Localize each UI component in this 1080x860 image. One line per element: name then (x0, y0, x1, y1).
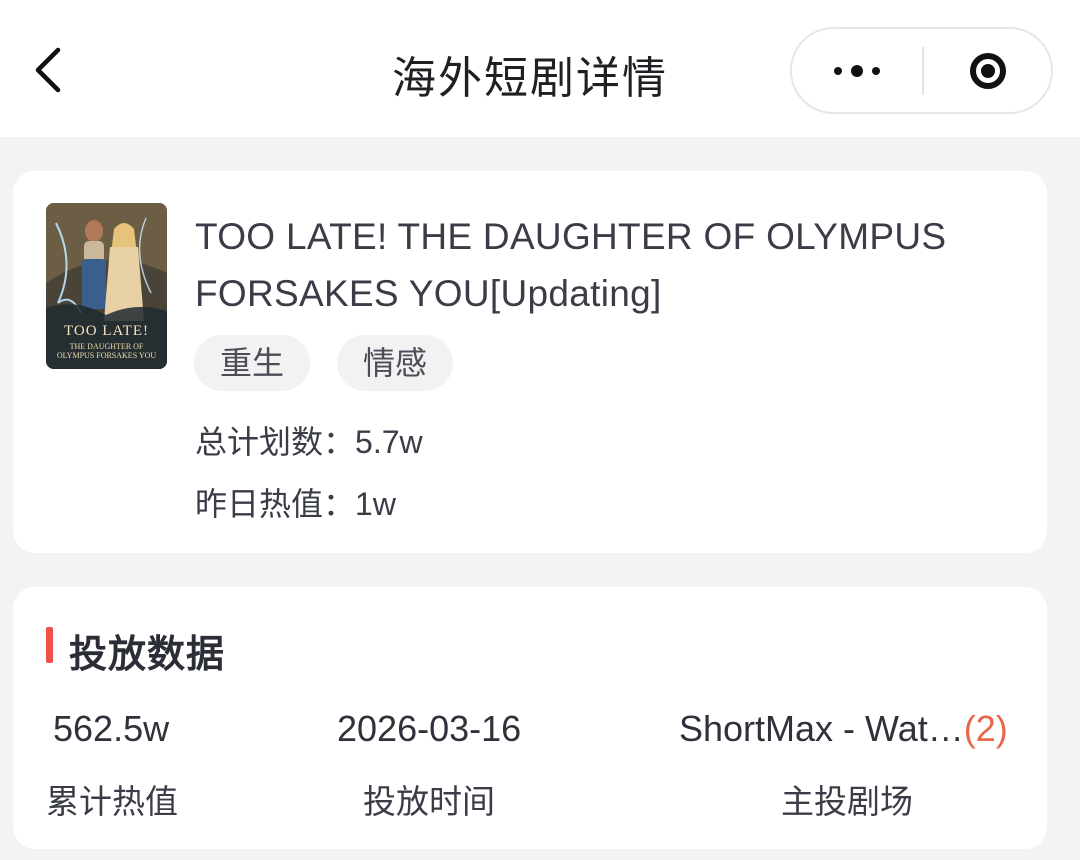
main-theater-label: 主投剧场 (781, 783, 913, 820)
main-theater-name: ShortMax - Wat… (679, 708, 964, 749)
yesterday-heat-label: 昨日热值： (195, 486, 356, 522)
yesterday-heat-stat: 昨日热值：1w (195, 479, 396, 525)
close-button[interactable] (924, 29, 1052, 112)
placement-date-value: 2026-03-16 (337, 708, 522, 749)
more-button[interactable] (792, 29, 922, 112)
section-title: 投放数据 (69, 634, 226, 676)
navigation-bar: 海外短剧详情 (0, 0, 1080, 137)
total-plan-label: 总计划数： (195, 424, 356, 460)
total-plan-value: 5.7w (355, 424, 423, 460)
tag-chip: 情感 (337, 335, 453, 391)
placement-date-label: 投放时间 (363, 783, 495, 820)
more-dots-icon (834, 64, 880, 77)
poster-title-line2: THE DAUGHTER OF OLYMPUS FORSAKES YOU (56, 342, 157, 360)
drama-title: TOO LATE! THE DAUGHTER OF OLYMPUS FORSAK… (195, 216, 947, 314)
cumulative-heat-label: 累计热值 (46, 783, 178, 820)
placement-data-card: 投放数据 562.5w 2026-03-16 ShortMax - Wat…(2… (13, 587, 1047, 849)
drama-info-card: TOO LATE! THE DAUGHTER OF OLYMPUS FORSAK… (13, 171, 1047, 553)
target-close-icon (970, 52, 1006, 89)
drama-poster[interactable]: TOO LATE! THE DAUGHTER OF OLYMPUS FORSAK… (46, 203, 167, 369)
cumulative-heat-value: 562.5w (53, 708, 170, 749)
theater-count: (2) (963, 708, 1008, 749)
poster-title-line1: TOO LATE! (64, 323, 149, 339)
section-accent-bar (46, 627, 53, 663)
main-theater-value[interactable]: ShortMax - Wat…(2) (679, 708, 1008, 750)
yesterday-heat-value: 1w (355, 486, 396, 522)
total-plan-stat: 总计划数：5.7w (195, 417, 423, 463)
tag-chip: 重生 (194, 335, 310, 391)
mini-program-capsule (790, 27, 1053, 114)
